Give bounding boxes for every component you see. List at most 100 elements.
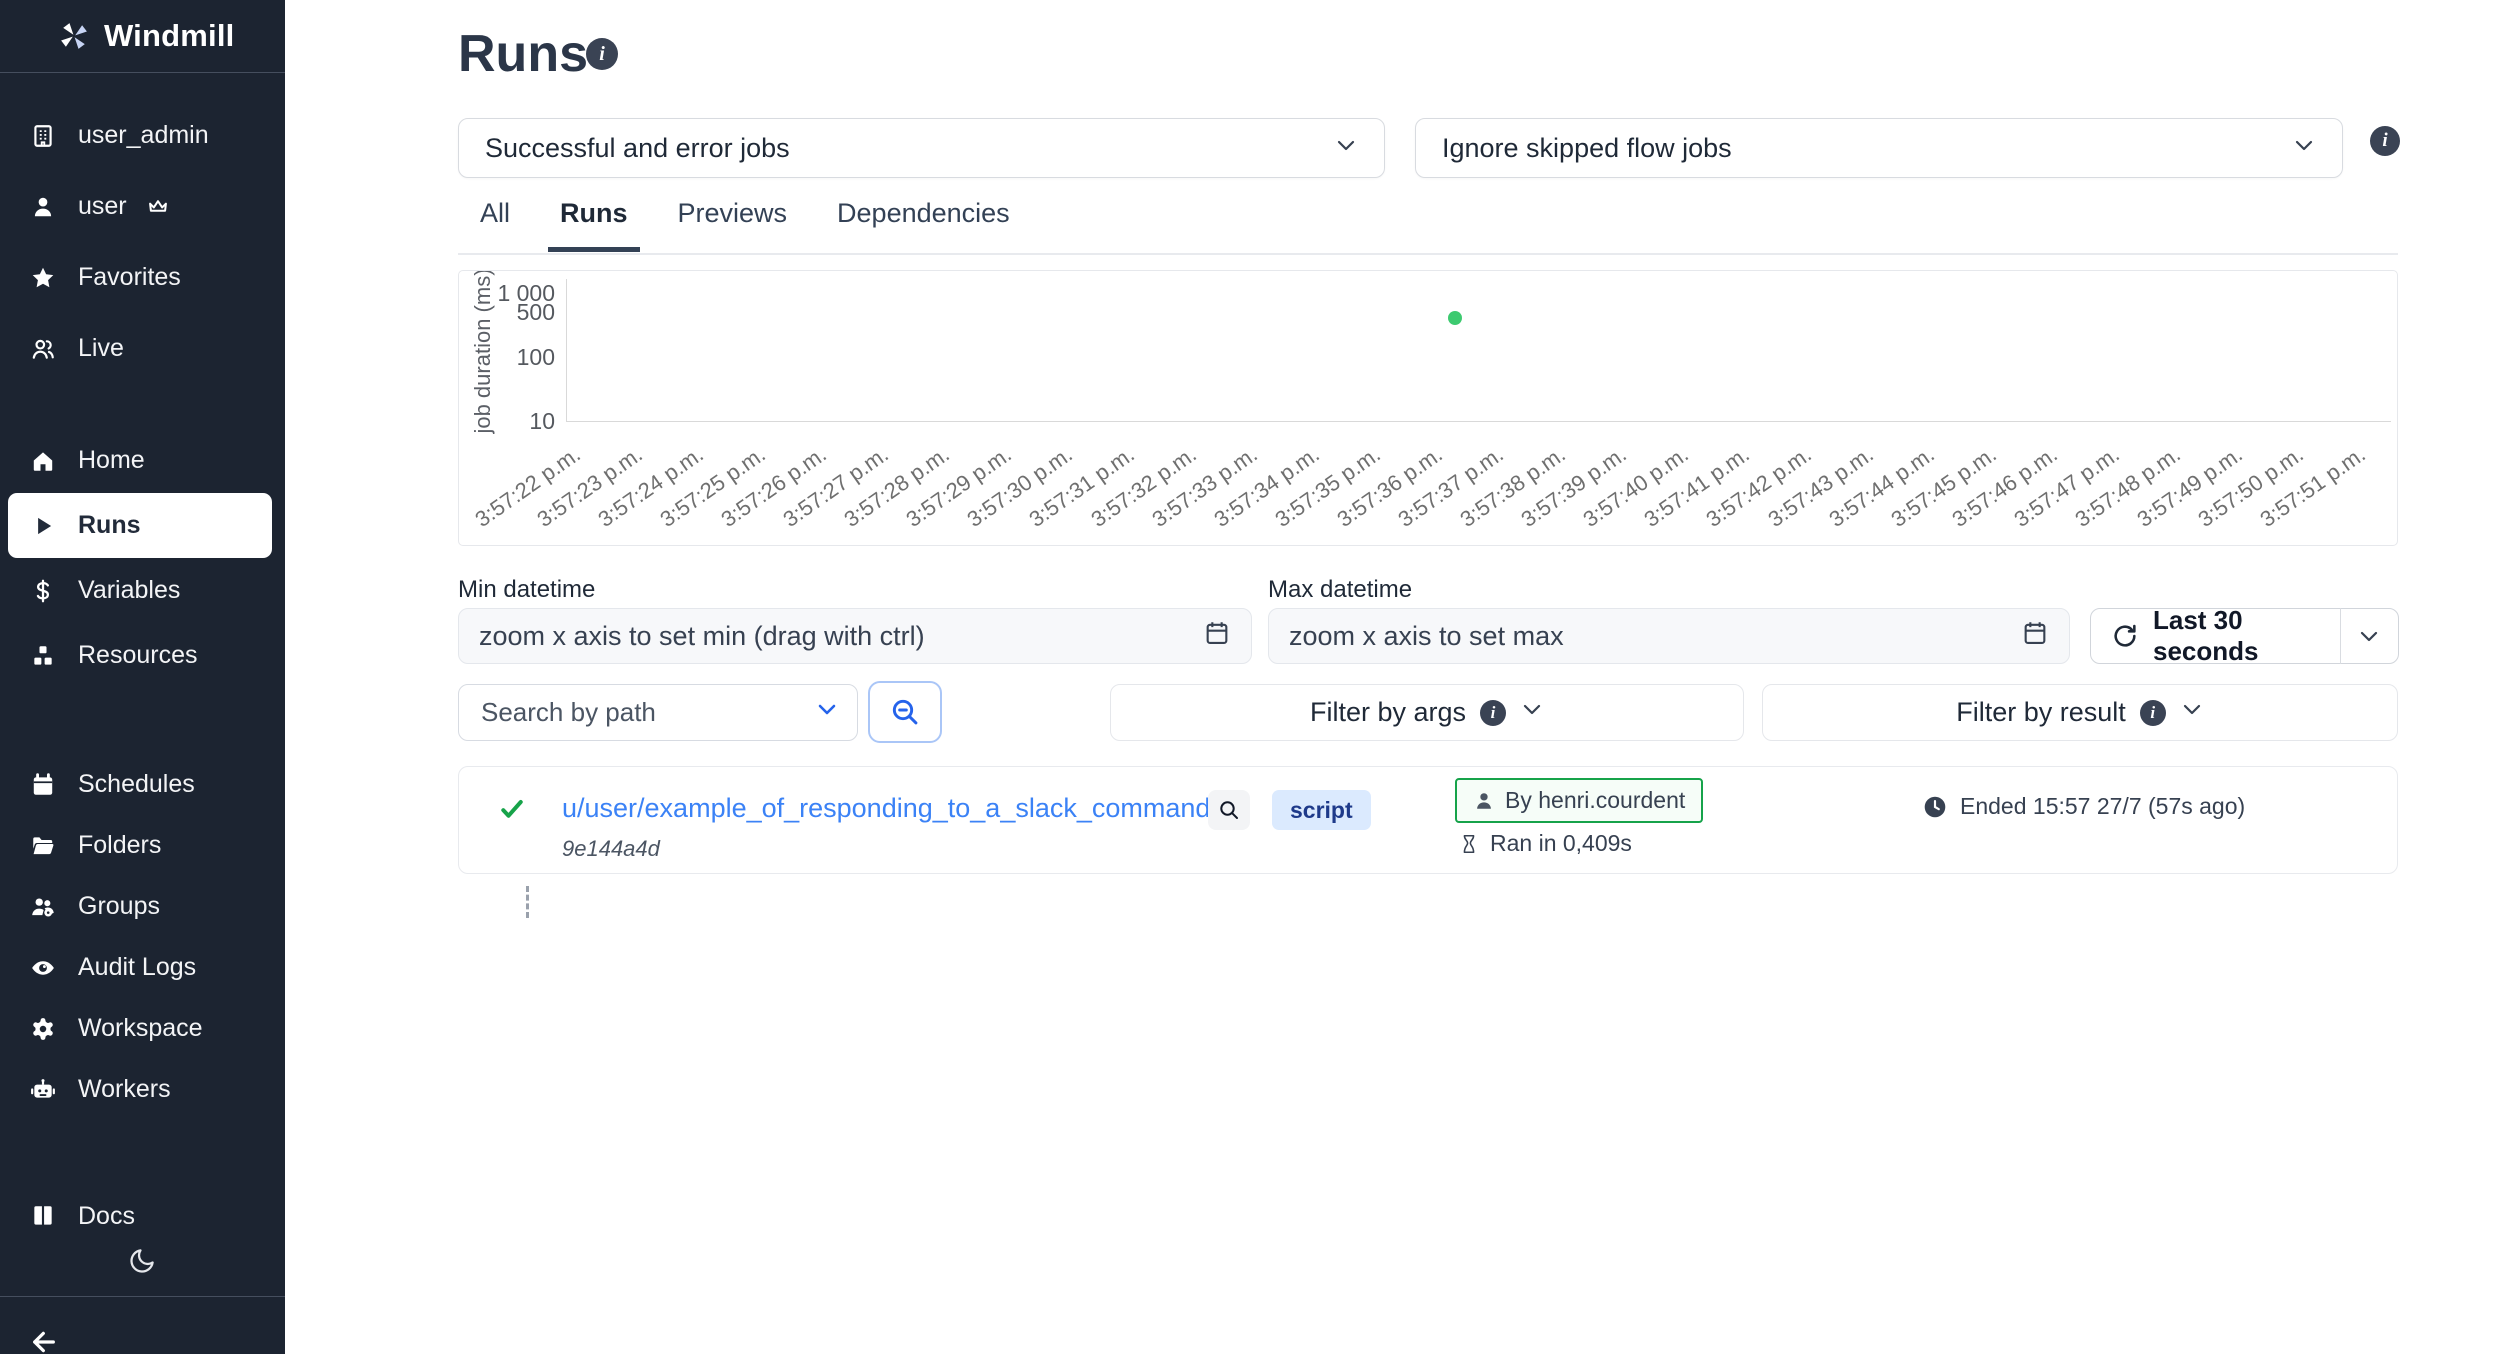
- sidebar-item-runs[interactable]: Runs: [8, 493, 272, 558]
- y-axis-spine: [566, 279, 567, 421]
- job-duration-chart[interactable]: job duration (ms) 1 000500100103:57:22 p…: [458, 270, 2398, 546]
- sidebar-main-group: Home Runs Variables Resources: [0, 428, 285, 688]
- calendar-icon[interactable]: [2021, 619, 2049, 654]
- run-duration: Ran in 0,409s: [1458, 830, 1632, 857]
- x-axis-spine: [566, 421, 2391, 422]
- tab-runs[interactable]: Runs: [548, 198, 640, 252]
- sidebar-item-label: Folders: [78, 831, 161, 860]
- search-by-path-input[interactable]: Search by path: [458, 684, 858, 741]
- building-icon: [30, 123, 56, 149]
- hourglass-icon: [1458, 833, 1480, 855]
- eye-icon: [30, 955, 56, 981]
- info-icon[interactable]: [2370, 126, 2400, 156]
- info-icon: [1480, 700, 1506, 726]
- play-icon: [30, 513, 56, 539]
- sidebar-item-docs[interactable]: Docs: [0, 1190, 285, 1242]
- job-status-select[interactable]: Successful and error jobs: [458, 118, 1385, 178]
- sidebar-item-workspace[interactable]: Workspace: [0, 998, 285, 1059]
- sidebar-item-label: Resources: [78, 641, 198, 670]
- chevron-down-icon: [1334, 133, 1358, 164]
- gear-icon: [30, 1016, 56, 1042]
- sidebar-item-groups[interactable]: Groups: [0, 876, 285, 937]
- time-range-button[interactable]: Last 30 seconds: [2090, 608, 2399, 664]
- tab-all[interactable]: All: [468, 198, 522, 252]
- chevron-down-icon[interactable]: [815, 697, 839, 728]
- sidebar-item-label: Variables: [78, 576, 180, 605]
- timeline-dashes: [526, 886, 529, 918]
- sidebar-admin-group: Schedules Folders Groups Audit Logs Workspac…: [0, 754, 285, 1120]
- min-datetime-input[interactable]: zoom x axis to set min (drag with ctrl): [458, 608, 1252, 664]
- sidebar-item-label: Runs: [78, 511, 141, 540]
- groups-icon: [30, 894, 56, 920]
- tabs-divider: [458, 253, 2398, 255]
- app-logo[interactable]: Windmill: [0, 0, 285, 72]
- calendar-icon: [30, 772, 56, 798]
- sidebar-item-label: Home: [78, 446, 145, 475]
- windmill-logo-icon: [56, 18, 92, 54]
- run-author-label: By henri.courdent: [1505, 787, 1685, 814]
- sidebar-item-folders[interactable]: Folders: [0, 815, 285, 876]
- dark-mode-toggle[interactable]: [127, 1246, 157, 1276]
- sidebar-item-label: Workers: [78, 1075, 171, 1104]
- sidebar: Windmill user_adminuser Favorites Live Hom…: [0, 0, 285, 1354]
- filter-by-args-label: Filter by args: [1310, 697, 1466, 728]
- min-datetime-label: Min datetime: [458, 576, 595, 604]
- app-title: Windmill: [104, 18, 234, 54]
- tab-previews[interactable]: Previews: [666, 198, 800, 252]
- job-id: 9e144a4d: [562, 836, 660, 862]
- home-icon: [30, 448, 56, 474]
- sidebar-item-label: Audit Logs: [78, 953, 196, 982]
- job-kind-badge[interactable]: script: [1272, 790, 1371, 830]
- preview-run-button[interactable]: [1208, 790, 1250, 830]
- robot-icon: [30, 1077, 56, 1103]
- sidebar-item-user[interactable]: user: [0, 171, 285, 242]
- sidebar-item-label: Live: [78, 334, 124, 363]
- sidebar-item-resources[interactable]: Resources: [0, 623, 285, 688]
- sidebar-item-label: Groups: [78, 892, 160, 921]
- search-placeholder: Search by path: [481, 697, 656, 728]
- sidebar-workspace-group: user_adminuser Favorites Live: [0, 100, 285, 384]
- info-icon[interactable]: [586, 38, 618, 70]
- chevron-down-icon[interactable]: [2341, 624, 2398, 648]
- sidebar-item-label: Docs: [78, 1202, 135, 1231]
- arrow-left-icon: [28, 1326, 60, 1354]
- max-datetime-placeholder: zoom x axis to set max: [1289, 621, 1564, 652]
- calendar-icon[interactable]: [1203, 619, 1231, 654]
- sidebar-item-workers[interactable]: Workers: [0, 1059, 285, 1120]
- chevron-down-icon: [2292, 133, 2316, 164]
- search-button[interactable]: [868, 681, 942, 743]
- sidebar-item-live[interactable]: Live: [0, 313, 285, 384]
- tab-dependencies[interactable]: Dependencies: [825, 198, 1022, 252]
- clock-icon: [1922, 794, 1948, 820]
- live-users-icon: [30, 336, 56, 362]
- filter-by-result-label: Filter by result: [1956, 697, 2126, 728]
- filter-by-args-button[interactable]: Filter by args: [1110, 684, 1744, 741]
- refresh-icon: [2111, 622, 2139, 650]
- sidebar-item-home[interactable]: Home: [0, 428, 285, 493]
- y-axis-tick-label: 500: [467, 299, 555, 326]
- skipped-flow-jobs-select-value: Ignore skipped flow jobs: [1442, 133, 1732, 164]
- y-axis-tick-label: 10: [467, 408, 555, 435]
- moon-icon: [127, 1246, 157, 1276]
- collapse-sidebar-button[interactable]: [28, 1326, 60, 1354]
- run-author-filter[interactable]: By henri.courdent: [1455, 778, 1703, 823]
- user-icon: [30, 194, 56, 220]
- sidebar-item-schedules[interactable]: Schedules: [0, 754, 285, 815]
- sidebar-item-label: Workspace: [78, 1014, 203, 1043]
- sidebar-item-variables[interactable]: Variables: [0, 558, 285, 623]
- max-datetime-input[interactable]: zoom x axis to set max: [1268, 608, 2070, 664]
- job-run-point[interactable]: [1448, 311, 1462, 325]
- sidebar-item-label: user: [78, 192, 127, 221]
- star-icon: [30, 265, 56, 291]
- sidebar-item-user-admin[interactable]: user_admin: [0, 100, 285, 171]
- page-title: Runs: [458, 24, 588, 84]
- run-path-link[interactable]: u/user/example_of_responding_to_a_slack_…: [562, 793, 1210, 824]
- sidebar-item-audit-logs[interactable]: Audit Logs: [0, 937, 285, 998]
- dollar-icon: [30, 578, 56, 604]
- chevron-down-icon: [1520, 697, 1544, 728]
- skipped-flow-jobs-select[interactable]: Ignore skipped flow jobs: [1415, 118, 2343, 178]
- sidebar-item-favorites[interactable]: Favorites: [0, 242, 285, 313]
- folder-icon: [30, 833, 56, 859]
- sidebar-divider: [0, 72, 285, 73]
- filter-by-result-button[interactable]: Filter by result: [1762, 684, 2398, 741]
